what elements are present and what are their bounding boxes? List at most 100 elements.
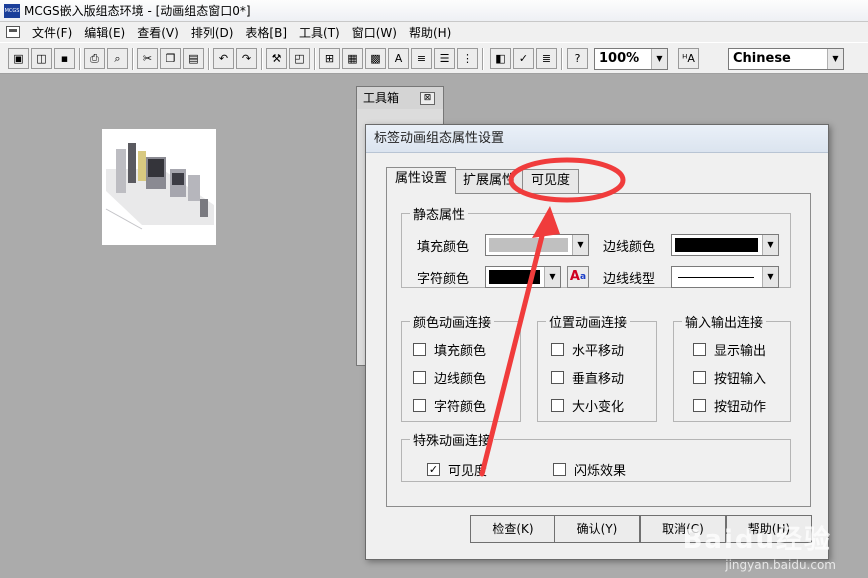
font-settings-icon[interactable]: Aa: [567, 266, 589, 288]
chevron-down-icon[interactable]: ▼: [762, 267, 778, 287]
list-icon[interactable]: ≣: [536, 48, 557, 69]
chevron-down-icon[interactable]: ▼: [572, 235, 588, 255]
print-preview-icon[interactable]: ⌕: [107, 48, 128, 69]
dialog-title: 标签动画组态属性设置: [366, 125, 828, 153]
watermark-logo: Baidu经验: [682, 525, 832, 555]
font-color-select[interactable]: ▼: [485, 266, 561, 288]
main-toolbar: ▣ ◫ ▪ ⎙ ⌕ ✂ ❐ ▤ ↶ ↷ ⚒ ◰ ⊞ ▦ ▩ A ≡ ☰ ⋮ ◧ …: [0, 42, 868, 74]
grid-icon[interactable]: ⋮: [457, 48, 478, 69]
display-output-checkbox[interactable]: 显示输出: [693, 340, 766, 359]
menu-help[interactable]: 帮助(H): [403, 24, 457, 41]
open-project-icon[interactable]: ◫: [31, 48, 52, 69]
border-style-select[interactable]: ▼: [671, 266, 779, 288]
redo-icon[interactable]: ↷: [236, 48, 257, 69]
checkbox-label: 按钮动作: [714, 400, 767, 415]
checkbox-label: 按钮输入: [714, 372, 767, 387]
size-change-checkbox[interactable]: 大小变化: [551, 396, 624, 415]
save-icon[interactable]: ▪: [54, 48, 75, 69]
font-color-anim-checkbox[interactable]: 字符颜色: [413, 396, 486, 415]
chevron-down-icon[interactable]: ▼: [544, 267, 560, 287]
undo-icon[interactable]: ↶: [213, 48, 234, 69]
checkbox-label: 边线颜色: [434, 372, 487, 387]
label-animation-dialog: 标签动画组态属性设置 属性设置 扩展属性 可见度 静态属性 填充颜色 ▼ 边线颜…: [365, 124, 829, 560]
checkbox-label: 垂直移动: [572, 372, 625, 387]
menu-table[interactable]: 表格[B]: [239, 24, 293, 41]
border-color-swatch: [675, 238, 758, 252]
workspace-icon[interactable]: ▣: [8, 48, 29, 69]
io-connection-legend: 输入输出连接: [685, 316, 764, 331]
border-color-select[interactable]: ▼: [671, 234, 779, 256]
checkbox-label: 水平移动: [572, 344, 625, 359]
fill-color-swatch: [489, 238, 568, 252]
button-input-checkbox[interactable]: 按钮输入: [693, 368, 766, 387]
horizontal-move-checkbox[interactable]: 水平移动: [551, 340, 624, 359]
language-select[interactable]: Chinese ▼: [728, 48, 844, 70]
palette-icon[interactable]: ▦: [342, 48, 363, 69]
checkbox-label: 填充颜色: [434, 344, 487, 359]
fill-color-select[interactable]: ▼: [485, 234, 589, 256]
menu-arrange[interactable]: 排列(D): [185, 24, 240, 41]
system-menu-icon[interactable]: [6, 26, 20, 38]
line-style-icon[interactable]: ☰: [434, 48, 455, 69]
blink-effect-checkbox[interactable]: 闪烁效果: [553, 460, 626, 479]
position-animation-legend: 位置动画连接: [549, 316, 628, 331]
checkbox-label: 大小变化: [572, 400, 625, 415]
menu-window[interactable]: 窗口(W): [346, 24, 403, 41]
data-object-icon[interactable]: ⊞: [319, 48, 340, 69]
check-icon[interactable]: ✓: [513, 48, 534, 69]
checkmark-icon: ✓: [427, 463, 440, 476]
properties-icon[interactable]: ◧: [490, 48, 511, 69]
paste-icon[interactable]: ▤: [183, 48, 204, 69]
vertical-move-checkbox[interactable]: 垂直移动: [551, 368, 624, 387]
window-property-icon[interactable]: ◰: [289, 48, 310, 69]
checkbox-label: 字符颜色: [434, 400, 487, 415]
print-icon[interactable]: ⎙: [84, 48, 105, 69]
visibility-checkbox[interactable]: ✓ 可见度: [427, 460, 487, 479]
tab-extended-properties[interactable]: 扩展属性: [454, 169, 525, 193]
special-animation-legend: 特殊动画连接: [413, 434, 492, 449]
property-settings-panel: 静态属性 填充颜色 ▼ 边线颜色 ▼ 字符颜色 ▼ Aa 边线线型 ▼ 颜色动画…: [386, 193, 811, 507]
close-icon[interactable]: ⊠: [420, 92, 435, 105]
fill-color-icon[interactable]: ▩: [365, 48, 386, 69]
menu-tools[interactable]: 工具(T): [293, 24, 346, 41]
language-value: Chinese: [733, 51, 791, 66]
chevron-down-icon[interactable]: ▼: [651, 49, 667, 69]
line-color-icon[interactable]: ≡: [411, 48, 432, 69]
line-style-preview: [678, 277, 754, 278]
mcgs-app-icon: MCGS: [4, 3, 20, 18]
help-pointer-icon[interactable]: ?: [567, 48, 588, 69]
static-properties-legend: 静态属性: [413, 208, 466, 223]
font-color-label: 字符颜色: [417, 272, 470, 287]
checkbox-label: 闪烁效果: [574, 464, 627, 479]
menu-edit[interactable]: 编辑(E): [78, 24, 131, 41]
zoom-select[interactable]: 100% ▼: [594, 48, 668, 70]
menu-file[interactable]: 文件(F): [26, 24, 78, 41]
window-title: MCGS嵌入版组态环境 - [动画组态窗口0*]: [24, 4, 251, 18]
color-animation-legend: 颜色动画连接: [413, 316, 492, 331]
fill-color-anim-checkbox[interactable]: 填充颜色: [413, 340, 486, 359]
window-titlebar: MCGS MCGS嵌入版组态环境 - [动画组态窗口0*]: [0, 0, 868, 22]
equipment-image[interactable]: [102, 129, 216, 245]
tab-property-settings[interactable]: 属性设置: [386, 167, 457, 194]
checkbox-label: 显示输出: [714, 344, 767, 359]
tab-visibility[interactable]: 可见度: [522, 169, 580, 193]
toolbox-icon[interactable]: ⚒: [266, 48, 287, 69]
watermark-url: jingyan.baidu.com: [725, 558, 836, 572]
confirm-button[interactable]: 确认(Y): [554, 515, 640, 543]
cut-icon[interactable]: ✂: [137, 48, 158, 69]
chevron-down-icon[interactable]: ▼: [762, 235, 778, 255]
border-color-anim-checkbox[interactable]: 边线颜色: [413, 368, 486, 387]
zoom-value: 100%: [599, 51, 640, 66]
font-color-swatch: [489, 270, 540, 284]
button-action-checkbox[interactable]: 按钮动作: [693, 396, 766, 415]
menu-bar: 文件(F) 编辑(E) 查看(V) 排列(D) 表格[B] 工具(T) 窗口(W…: [0, 22, 868, 42]
chevron-down-icon[interactable]: ▼: [827, 49, 843, 69]
menu-view[interactable]: 查看(V): [131, 24, 185, 41]
check-button[interactable]: 检查(K): [470, 515, 556, 543]
language-icon[interactable]: ᴴA: [678, 48, 699, 69]
fill-color-label: 填充颜色: [417, 240, 470, 255]
font-color-icon[interactable]: A: [388, 48, 409, 69]
copy-icon[interactable]: ❐: [160, 48, 181, 69]
border-color-label: 边线颜色: [603, 240, 656, 255]
border-style-label: 边线线型: [603, 272, 656, 287]
